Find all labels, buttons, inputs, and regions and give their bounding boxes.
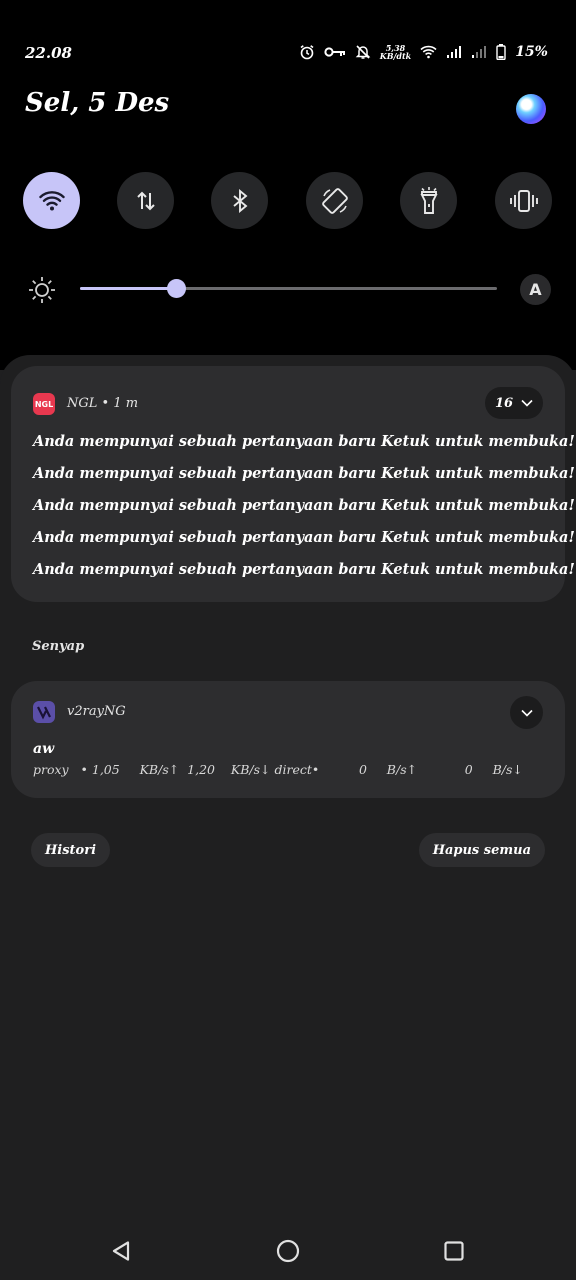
vibrate-icon [509, 189, 538, 212]
back-icon [112, 1241, 130, 1261]
tile-flashlight[interactable] [400, 172, 457, 229]
history-button[interactable]: Histori [31, 833, 111, 867]
brightness-thumb[interactable] [166, 279, 186, 298]
tile-mobile-data[interactable] [117, 172, 174, 229]
back-button[interactable] [108, 1238, 134, 1264]
data-arrows-icon [136, 191, 155, 210]
v2ray-title: aw [33, 741, 55, 757]
mute-icon [355, 44, 371, 60]
ngl-message-line: Anda mempunyai sebuah pertanyaan baru Ke… [33, 561, 575, 578]
brightness-slider[interactable] [80, 279, 497, 298]
signal-weak-icon [471, 45, 487, 59]
recents-button[interactable] [441, 1238, 467, 1264]
wifi-icon [38, 190, 65, 210]
silent-section-label: Senyap [32, 639, 85, 654]
notification-count: 16 [494, 395, 514, 411]
quick-settings-panel: 22.08 5,38 KB/dtk 15% Sel, 5 Des A [0, 0, 576, 370]
signal-icon [446, 45, 462, 59]
vpn-key-icon [324, 46, 346, 58]
brightness-icon [28, 276, 56, 304]
tile-bluetooth[interactable] [211, 172, 268, 229]
date-label: Sel, 5 Des [25, 88, 170, 118]
auto-brightness-button[interactable]: A [520, 274, 551, 305]
ngl-message-line: Anda mempunyai sebuah pertanyaan baru Ke… [33, 497, 575, 514]
battery-icon [496, 44, 506, 60]
home-button[interactable] [275, 1238, 301, 1264]
v2ray-app-name: v2rayNG [67, 704, 126, 719]
wifi-icon [420, 45, 437, 59]
rotate-icon [321, 187, 348, 214]
net-speed-unit: KB/dtk [379, 51, 412, 61]
ngl-icon-text: NGL [34, 399, 54, 409]
tile-wifi[interactable] [23, 172, 80, 229]
tile-vibrate[interactable] [495, 172, 552, 229]
v2ray-notification[interactable]: v2rayNG aw proxy • 1,05 KB/s↑ 1,20 KB/s↓… [11, 681, 565, 798]
flashlight-icon [419, 186, 438, 214]
ngl-message-line: Anda mempunyai sebuah pertanyaan baru Ke… [33, 465, 575, 482]
notification-shade: NGL NGL • 1 m 16 Anda mempunyai sebuah p… [0, 355, 576, 1280]
tile-auto-rotate[interactable] [306, 172, 363, 229]
battery-percent: 15% [515, 44, 548, 60]
status-bar: 22.08 5,38 KB/dtk 15% [0, 40, 576, 72]
v2ray-detail: proxy • 1,05 KB/s↑ 1,20 KB/s↓ direct• 0 … [33, 762, 523, 777]
recents-icon [444, 1241, 464, 1261]
notification-count-button[interactable]: 16 [485, 387, 543, 419]
v2ray-app-icon [33, 701, 55, 723]
ngl-notification[interactable]: NGL NGL • 1 m 16 Anda mempunyai sebuah p… [11, 366, 575, 602]
brightness-fill [80, 287, 176, 290]
ngl-app-meta: NGL • 1 m [67, 396, 139, 411]
clock: 22.08 [25, 44, 72, 62]
assistant-orb-icon[interactable] [516, 94, 546, 124]
alarm-icon [299, 44, 315, 60]
ngl-message-line: Anda mempunyai sebuah pertanyaan baru Ke… [33, 433, 575, 450]
chevron-down-icon [521, 399, 533, 407]
ngl-app-icon: NGL [33, 393, 55, 415]
clear-all-button[interactable]: Hapus semua [418, 833, 545, 867]
status-icons: 5,38 KB/dtk 15% [299, 44, 548, 60]
expand-button[interactable] [510, 696, 543, 729]
home-icon [276, 1239, 300, 1263]
ngl-message-line: Anda mempunyai sebuah pertanyaan baru Ke… [33, 529, 575, 546]
chevron-down-icon [520, 709, 533, 717]
bluetooth-icon [232, 188, 247, 213]
net-speed: 5,38 KB/dtk [380, 44, 411, 60]
